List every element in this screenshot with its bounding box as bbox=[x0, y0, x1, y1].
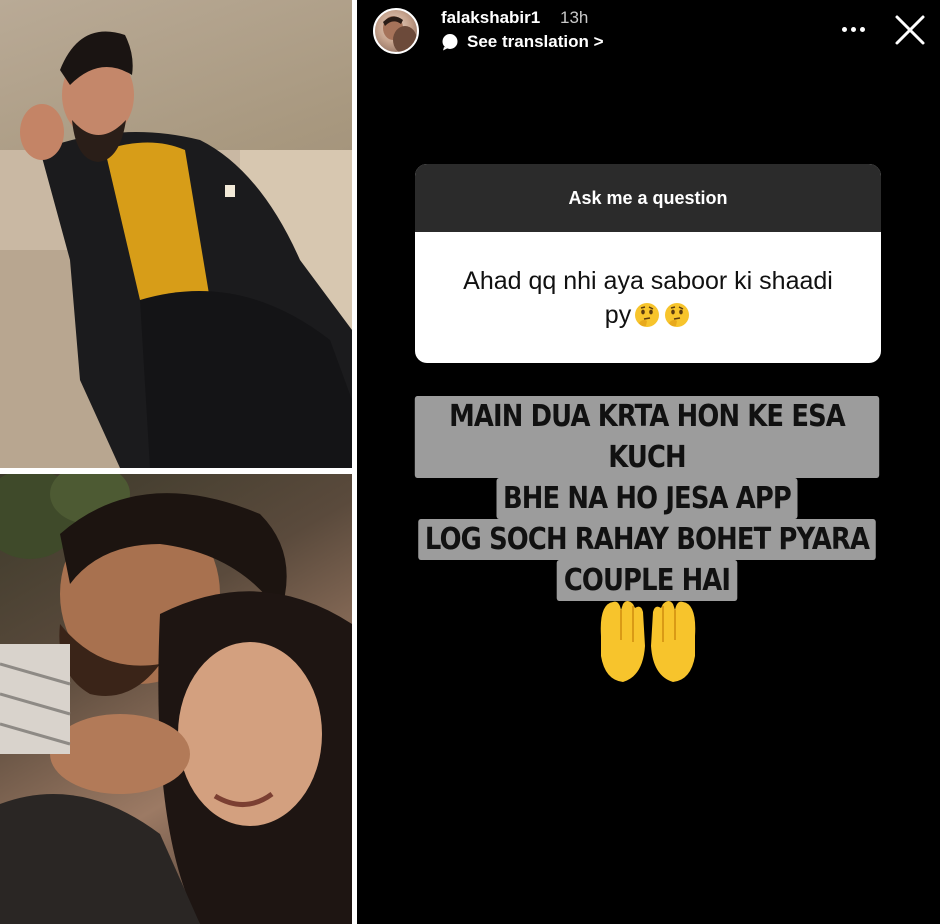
question-sticker: Ask me a question Ahad qq nhi aya saboor… bbox=[415, 164, 881, 363]
see-translation-label: See translation > bbox=[467, 32, 604, 51]
story-viewer: falakshabir1 13h See translation > Ask m… bbox=[357, 0, 940, 924]
palms-up-together-emoji bbox=[600, 601, 696, 682]
caption-line: LOG SOCH RAHAY BOHET PYARA bbox=[418, 519, 876, 560]
story-header: falakshabir1 13h See translation > bbox=[357, 0, 940, 60]
thinking-face-emoji bbox=[635, 302, 660, 327]
speech-bubble-icon bbox=[442, 34, 458, 51]
reply-caption: MAIN DUA KRTA HON KE ESA KUCH BHE NA HO … bbox=[414, 396, 880, 601]
username[interactable]: falakshabir1 bbox=[441, 8, 540, 28]
avatar[interactable] bbox=[373, 8, 419, 54]
caption-line: MAIN DUA KRTA HON KE ESA KUCH bbox=[414, 396, 880, 478]
see-translation-link[interactable]: See translation > bbox=[441, 32, 604, 52]
close-icon[interactable] bbox=[892, 12, 928, 48]
question-sticker-body: Ahad qq nhi aya saboor ki shaadi py bbox=[415, 232, 881, 363]
couple-embrace-photo bbox=[0, 474, 352, 924]
caption-line: BHE NA HO JESA APP bbox=[496, 478, 798, 519]
more-options-icon[interactable] bbox=[835, 14, 871, 44]
timestamp: 13h bbox=[560, 8, 589, 27]
caption-line: COUPLE HAI bbox=[556, 560, 738, 601]
man-in-black-blazer-photo bbox=[0, 0, 352, 468]
thinking-face-emoji bbox=[665, 302, 690, 327]
question-sticker-title: Ask me a question bbox=[415, 164, 881, 232]
